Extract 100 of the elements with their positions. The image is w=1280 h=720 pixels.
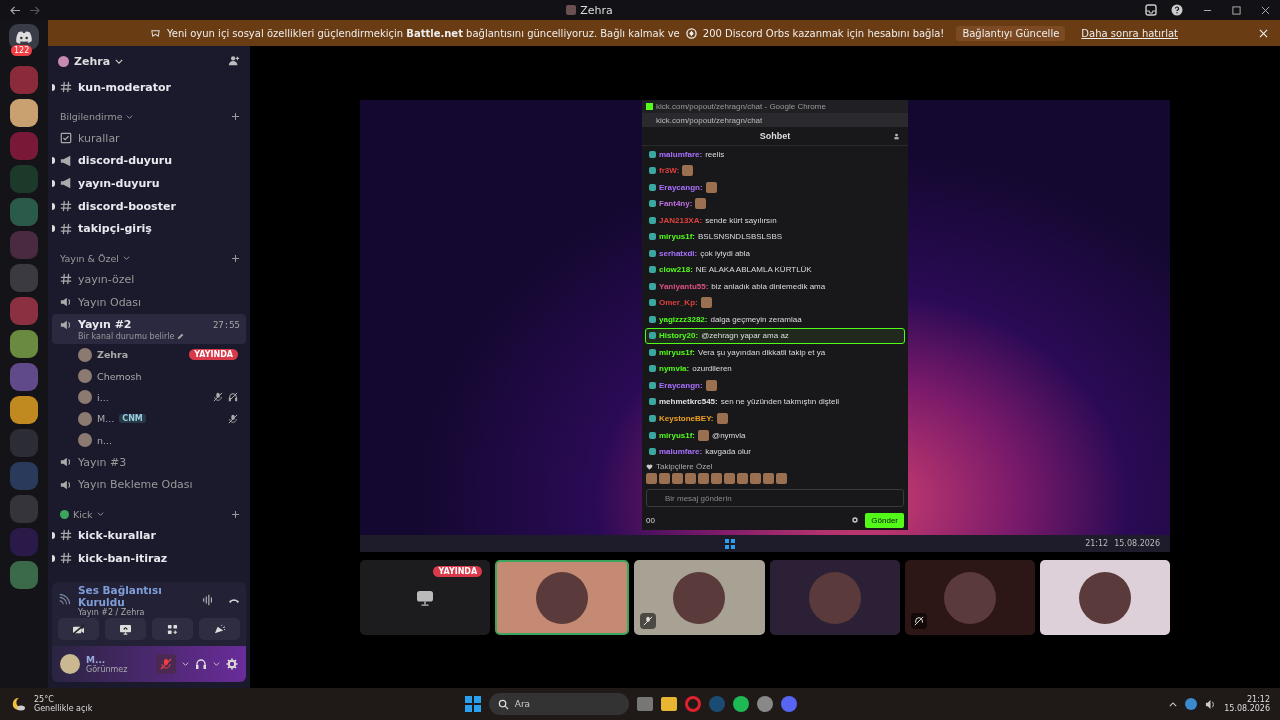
server-icon[interactable] <box>10 330 38 358</box>
search-field[interactable]: Ara <box>488 693 629 715</box>
remind-later-link[interactable]: Daha sonra hatırlat <box>1081 27 1178 39</box>
users-icon[interactable] <box>893 132 900 140</box>
user-avatar[interactable] <box>60 654 80 674</box>
text-channel[interactable]: kick-kurallar <box>52 524 246 547</box>
emote-icon[interactable] <box>672 473 683 484</box>
connection-status: Ses Bağlantısı Kuruldu <box>78 583 163 608</box>
text-channel[interactable]: kun-moderator <box>52 76 246 99</box>
text-channel[interactable]: kurallar <box>52 126 246 150</box>
add-member-icon[interactable] <box>228 55 240 67</box>
inbox-icon[interactable] <box>1145 4 1157 16</box>
category-label[interactable]: Bilgilendirme <box>60 111 123 123</box>
text-channel[interactable]: discord-booster <box>52 194 246 218</box>
clock[interactable]: 21:12 <box>1246 695 1270 704</box>
text-channel[interactable]: yayın-duyuru <box>52 172 246 195</box>
hash-icon <box>60 552 72 565</box>
chat-message: KeystoneBEY: <box>645 410 905 427</box>
plus-icon[interactable] <box>231 509 240 519</box>
emote-icon[interactable] <box>763 473 774 484</box>
task-view-icon[interactable] <box>636 697 653 711</box>
activities-button[interactable] <box>152 618 193 640</box>
settings-icon[interactable] <box>226 658 238 670</box>
voice-channel[interactable]: Yayın Odası <box>52 290 246 314</box>
emote-icon[interactable] <box>685 473 696 484</box>
app-icon[interactable] <box>756 696 773 712</box>
participant-tile[interactable] <box>1039 560 1171 635</box>
voice-channel[interactable]: Yayın #2 27:55 Bir kanal durumu belirle <box>52 313 246 345</box>
moon-cloud-icon[interactable] <box>10 696 26 712</box>
screen-share-button[interactable] <box>105 618 146 640</box>
emote-icon[interactable] <box>750 473 761 484</box>
app-icon[interactable] <box>780 696 797 712</box>
server-name[interactable]: Zehra <box>74 54 111 68</box>
chat-message: malumfare: reelis <box>645 146 905 163</box>
message-field[interactable]: Bir mesaj gönderin <box>646 489 904 507</box>
camera-off-button[interactable] <box>58 618 99 640</box>
user-name[interactable]: n... <box>97 434 113 446</box>
voice-channel[interactable]: Yayın #3 <box>52 450 246 474</box>
send-button[interactable]: Gönder <box>865 512 904 528</box>
text-channel[interactable]: discord-duyuru <box>52 149 246 173</box>
text-channel[interactable]: kick-ban-itiraz <box>52 546 246 570</box>
participant-tile[interactable]: YAYINDA <box>360 560 491 635</box>
folder-icon[interactable] <box>660 697 677 711</box>
emote-icon[interactable] <box>659 473 670 484</box>
voice-channel[interactable]: Yayın Bekleme Odası <box>52 473 246 497</box>
back-arrow-icon[interactable] <box>10 5 21 15</box>
settings-icon[interactable] <box>851 516 860 524</box>
voice-channel-link[interactable]: Yayın #2 / Zehra <box>78 607 188 617</box>
plus-icon[interactable] <box>231 253 240 263</box>
pencil-icon[interactable] <box>177 333 185 341</box>
user-avatar <box>78 390 92 405</box>
chevron-down-icon <box>115 58 124 64</box>
heart-icon <box>646 463 653 470</box>
category-label[interactable]: Kick <box>73 508 93 520</box>
maximize-icon[interactable] <box>1232 5 1241 15</box>
user-name[interactable]: Zehra <box>97 349 129 361</box>
forward-arrow-icon[interactable] <box>29 5 40 15</box>
server-icon[interactable] <box>10 99 38 127</box>
plus-icon[interactable] <box>231 112 240 122</box>
emote-icon[interactable] <box>711 473 722 484</box>
headphones-icon[interactable] <box>195 658 207 670</box>
app-icon[interactable] <box>1185 698 1198 710</box>
speaker-icon[interactable] <box>1205 698 1217 710</box>
close-icon[interactable] <box>1261 5 1270 15</box>
text-channel[interactable]: takipçi-giriş <box>52 217 246 241</box>
emote-icon[interactable] <box>698 473 709 484</box>
emote-icon[interactable] <box>737 473 748 484</box>
ring-icon[interactable] <box>684 696 701 712</box>
participant-tile[interactable] <box>495 560 630 635</box>
participant-tile[interactable] <box>769 560 900 635</box>
user-name[interactable]: i... <box>97 391 109 403</box>
date[interactable]: 15.08.2026 <box>1224 704 1270 713</box>
emote-icon[interactable] <box>646 473 657 484</box>
chevron-down-icon[interactable] <box>182 662 189 666</box>
emote-icon[interactable] <box>776 473 787 484</box>
user-avatar <box>78 347 92 362</box>
emote-icon[interactable] <box>724 473 735 484</box>
date: 15.08.2026 <box>1114 539 1160 548</box>
category-label[interactable]: Yayın & Özel <box>60 252 119 264</box>
microphone-button[interactable] <box>156 654 176 674</box>
temperature[interactable]: 25°C <box>34 695 93 704</box>
chevron-down-icon[interactable] <box>213 662 220 666</box>
chevron-down-icon <box>123 256 130 261</box>
participant-tile[interactable] <box>634 560 765 635</box>
app-icon[interactable] <box>732 696 749 712</box>
text-channel[interactable]: yayın-özel <box>52 268 246 291</box>
windows-logo-icon[interactable] <box>464 696 481 712</box>
participant-tile[interactable] <box>904 560 1035 635</box>
sound-wave-icon[interactable] <box>202 594 214 606</box>
window-title: Zehra <box>580 3 613 17</box>
address-bar[interactable]: kick.com/popout/zehragn/chat <box>642 113 908 127</box>
chevron-up-icon[interactable] <box>1169 701 1178 707</box>
update-connection-button[interactable]: Bağlantıyı Güncelle <box>956 25 1066 41</box>
soundboard-button[interactable] <box>199 618 240 640</box>
windows-logo-icon[interactable] <box>725 538 735 549</box>
user-name[interactable]: M... <box>97 413 115 425</box>
user-name[interactable]: Chemosh <box>97 370 142 382</box>
help-icon[interactable] <box>1171 4 1183 16</box>
weather-status[interactable]: Genellikle açık <box>34 704 93 713</box>
server-icon[interactable] <box>10 396 38 424</box>
